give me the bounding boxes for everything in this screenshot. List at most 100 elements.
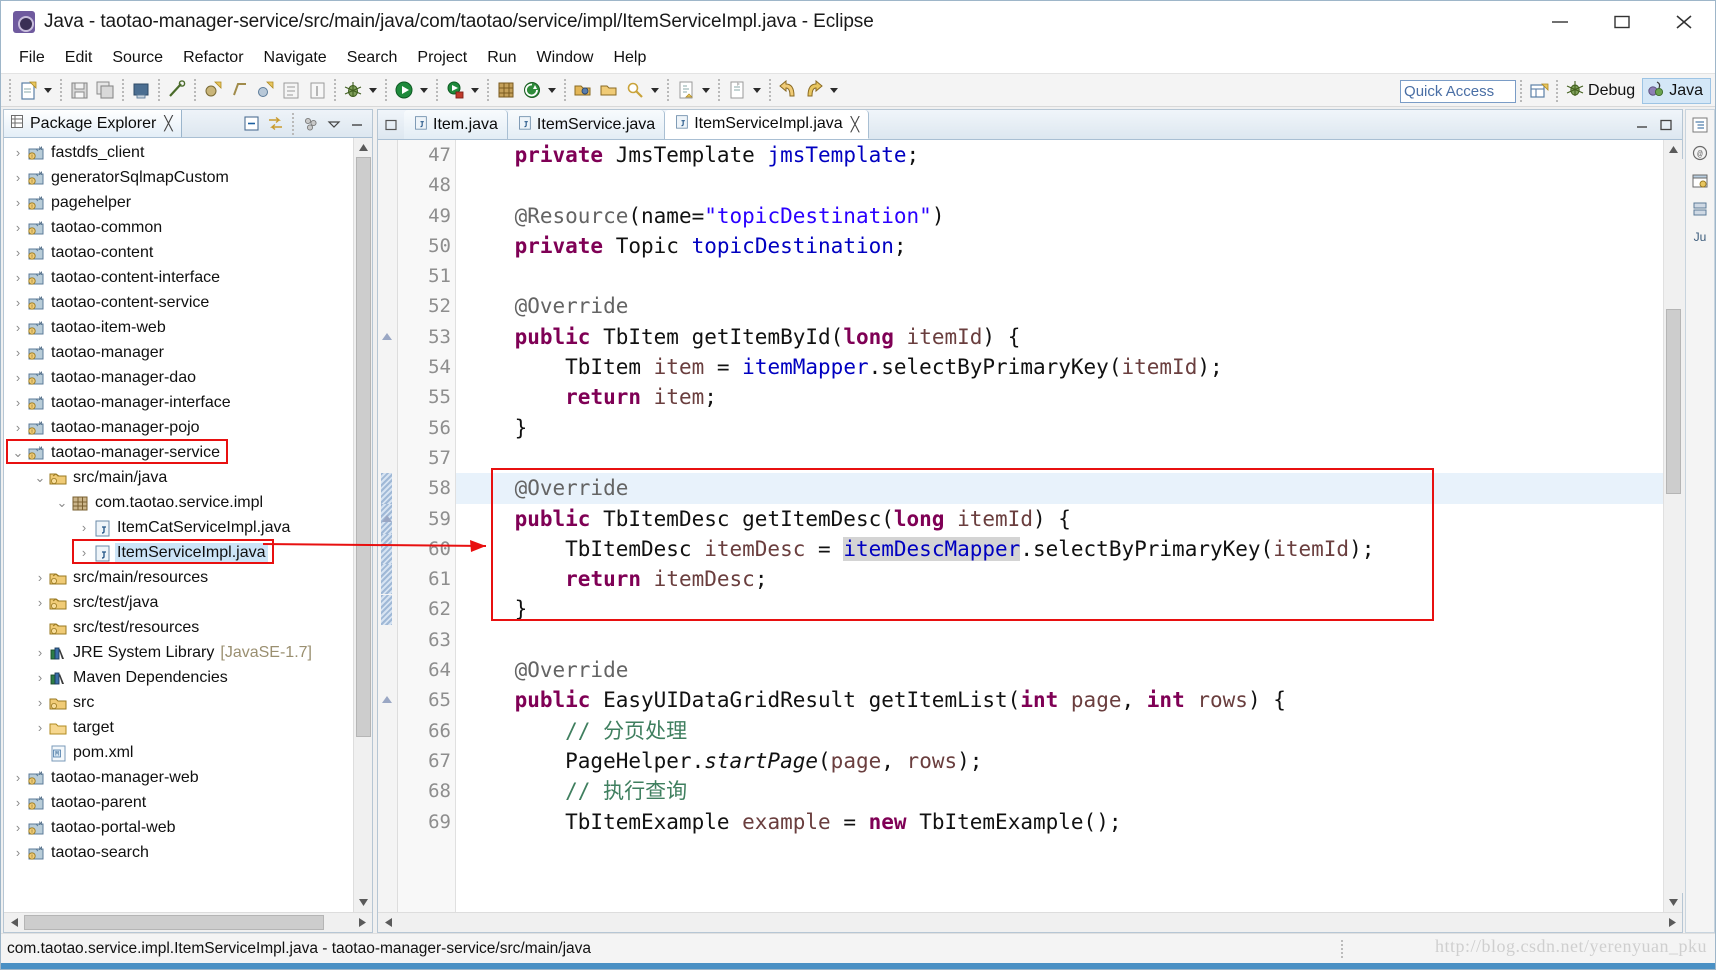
menu-item-file[interactable]: File [9, 47, 55, 69]
tab-package-explorer[interactable]: Package Explorer ╳ [4, 110, 182, 137]
chevron-right-icon[interactable]: › [10, 221, 26, 234]
chevron-down-icon[interactable] [366, 79, 379, 101]
code-line[interactable]: @Resource(name="topicDestination") [456, 201, 1663, 231]
open-task-icon[interactable] [597, 78, 621, 102]
code-line[interactable]: public TbItem getItemById(long itemId) { [456, 322, 1663, 352]
tree-item[interactable]: ›! Mtaotao-manager-web [4, 765, 353, 790]
chevron-down-icon[interactable]: ⌄ [32, 471, 48, 484]
perspective-java-button[interactable]: Java [1642, 78, 1711, 104]
close-button[interactable] [1653, 1, 1715, 43]
editor-tab-itemserviceimpl-java[interactable]: ItemServiceImpl.java ╳ [665, 110, 870, 139]
tree-item[interactable]: ›! Mtaotao-manager-interface [4, 390, 353, 415]
code-line[interactable]: private Topic topicDestination; [456, 231, 1663, 261]
chevron-right-icon[interactable]: › [10, 771, 26, 784]
menu-item-help[interactable]: Help [603, 47, 656, 69]
code-line[interactable]: TbItemDesc itemDesc = itemDescMapper.sel… [456, 534, 1663, 564]
scroll-down-button[interactable] [354, 893, 373, 912]
menu-item-refactor[interactable]: Refactor [173, 47, 253, 69]
tree-item[interactable]: ⌄! Mtaotao-manager-service [4, 440, 353, 465]
code-line[interactable]: TbItemExample example = new TbItemExampl… [456, 807, 1663, 837]
code-line[interactable]: private JmsTemplate jmsTemplate; [456, 140, 1663, 170]
editor-tab-item-java[interactable]: Item.java [404, 110, 508, 139]
outline-view-icon[interactable] [1689, 114, 1711, 136]
close-icon[interactable]: ╳ [851, 116, 859, 133]
tree-item[interactable]: ›! Mtaotao-manager-pojo [4, 415, 353, 440]
code-line[interactable]: // 执行查询 [456, 776, 1663, 806]
new-annotation-icon[interactable] [279, 78, 303, 102]
code-line[interactable]: @Override [456, 473, 1663, 504]
chevron-right-icon[interactable]: › [32, 721, 48, 734]
quick-access-input[interactable] [1400, 79, 1517, 103]
tree-item[interactable]: ›! Mtaotao-parent [4, 790, 353, 815]
properties-view-icon[interactable] [1689, 170, 1711, 192]
chevron-right-icon[interactable]: › [76, 546, 92, 559]
tree-item[interactable]: ⌄ com.taotao.service.impl [4, 490, 353, 515]
tree-item[interactable]: ›! Mtaotao-portal-web [4, 815, 353, 840]
menu-item-window[interactable]: Window [527, 47, 604, 69]
collapse-all-icon[interactable] [242, 114, 262, 134]
code-line[interactable]: @Override [456, 291, 1663, 321]
scroll-down-button[interactable] [1664, 893, 1683, 912]
code-line[interactable]: } [456, 594, 1663, 624]
chevron-down-icon[interactable] [827, 79, 840, 101]
menu-item-search[interactable]: Search [337, 47, 408, 69]
chevron-down-icon[interactable] [750, 79, 763, 101]
new-maven-project-icon[interactable] [494, 78, 518, 102]
minimize-view-icon[interactable] [347, 114, 367, 134]
tree-item[interactable]: ›! Mtaotao-content [4, 240, 353, 265]
chevron-right-icon[interactable]: › [10, 146, 26, 159]
scroll-thumb[interactable] [1665, 309, 1681, 494]
tree-item[interactable]: › src/test/java [4, 590, 353, 615]
minimize-button[interactable] [1529, 1, 1591, 43]
save-all-icon[interactable] [93, 78, 117, 102]
chevron-right-icon[interactable]: › [10, 346, 26, 359]
new-java-project-icon[interactable] [201, 78, 225, 102]
maximize-button[interactable] [1591, 1, 1653, 43]
scroll-up-button[interactable] [1664, 140, 1683, 159]
link-with-editor-icon[interactable] [265, 114, 285, 134]
chevron-right-icon[interactable]: › [10, 371, 26, 384]
maximize-editor-icon[interactable] [1656, 115, 1676, 135]
menu-item-source[interactable]: Source [102, 47, 173, 69]
chevron-right-icon[interactable]: › [10, 246, 26, 259]
code-text-area[interactable]: private JmsTemplate jmsTemplate; @Resour… [456, 140, 1663, 912]
scroll-track[interactable] [1663, 159, 1683, 893]
servers-view-icon[interactable] [1689, 198, 1711, 220]
menu-item-project[interactable]: Project [407, 47, 477, 69]
chevron-down-icon[interactable]: ⌄ [54, 496, 70, 509]
tree-item[interactable]: src/test/resources [4, 615, 353, 640]
chevron-right-icon[interactable]: › [76, 521, 92, 534]
tree-item[interactable]: ›! Mtaotao-common [4, 215, 353, 240]
menu-item-navigate[interactable]: Navigate [254, 47, 337, 69]
scroll-track[interactable] [353, 157, 372, 893]
scroll-right-button[interactable] [1662, 913, 1682, 933]
new-package-icon[interactable] [227, 78, 251, 102]
editor-vertical-scrollbar[interactable] [1663, 140, 1683, 912]
tree-item[interactable]: ›! Mtaotao-content-interface [4, 265, 353, 290]
chevron-right-icon[interactable]: › [10, 821, 26, 834]
search-icon[interactable] [623, 78, 647, 102]
junit-view-icon[interactable]: Ju [1689, 226, 1711, 248]
tree-item[interactable]: › target [4, 715, 353, 740]
code-line[interactable]: public TbItemDesc getItemDesc(long itemI… [456, 504, 1663, 534]
chevron-right-icon[interactable]: › [10, 271, 26, 284]
view-menu-focus-icon[interactable] [301, 114, 321, 134]
code-line[interactable]: } [456, 413, 1663, 443]
scroll-right-button[interactable] [352, 913, 372, 933]
code-line[interactable]: public EasyUIDataGridResult getItemList(… [456, 685, 1663, 715]
chevron-right-icon[interactable]: › [32, 646, 48, 659]
explorer-horizontal-scrollbar[interactable] [4, 912, 372, 932]
chevron-right-icon[interactable]: › [32, 596, 48, 609]
scroll-thumb[interactable] [355, 157, 371, 737]
code-line[interactable]: TbItem item = itemMapper.selectByPrimary… [456, 352, 1663, 382]
print-icon[interactable] [129, 78, 153, 102]
new-wizard-icon[interactable] [16, 78, 40, 102]
tree-item[interactable]: Mpom.xml [4, 740, 353, 765]
task-list-view-icon[interactable]: @ [1689, 142, 1711, 164]
code-line[interactable]: // 分页处理 [456, 716, 1663, 746]
package-explorer-tree[interactable]: ›! Mfastdfs_client ›! MgeneratorSqlmapCusto… [4, 138, 353, 912]
tree-item[interactable]: ›! Mpagehelper [4, 190, 353, 215]
code-line[interactable] [456, 261, 1663, 291]
forward-history-icon[interactable] [802, 78, 826, 102]
previous-annotation-icon[interactable] [725, 78, 749, 102]
